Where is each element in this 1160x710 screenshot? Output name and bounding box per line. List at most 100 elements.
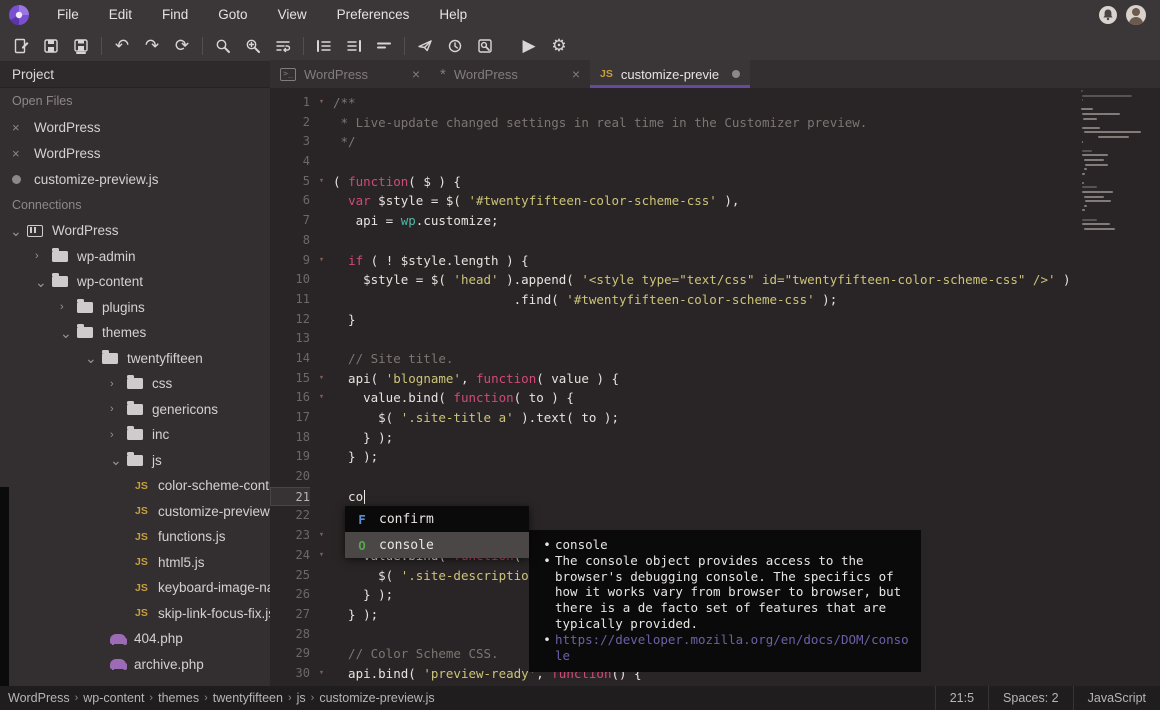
code-editor[interactable]: 1 ▾/** 2 * Live-update changed settings in…: [270, 88, 1160, 686]
line-number: 10: [295, 272, 310, 287]
fold-marker-icon[interactable]: ▾: [310, 93, 333, 113]
chevron-down-icon[interactable]: ⌄: [35, 275, 52, 289]
fold-marker-icon[interactable]: ▾: [310, 388, 333, 408]
chevron-right-icon[interactable]: ›: [60, 301, 77, 313]
word-wrap-icon[interactable]: [268, 33, 298, 59]
chevron-down-icon[interactable]: ⌄: [10, 224, 27, 238]
chevron-right-icon[interactable]: ›: [35, 250, 52, 262]
asterisk-icon: *: [440, 65, 446, 83]
folder-icon: [77, 324, 93, 339]
code-text: ( function( $ ) {: [333, 173, 461, 189]
menu-help[interactable]: Help: [424, 0, 482, 30]
tree-item-html5-js[interactable]: JS html5.js: [0, 550, 270, 576]
language-mode[interactable]: JavaScript: [1074, 686, 1160, 710]
minimap-line: [1083, 158, 1104, 161]
tree-item-inc[interactable]: › inc: [0, 422, 270, 448]
minimap[interactable]: [1081, 90, 1157, 232]
tree-item-functions-js[interactable]: JS functions.js: [0, 524, 270, 550]
chevron-right-icon[interactable]: ›: [110, 403, 127, 415]
breadcrumb[interactable]: WordPress › wp-content › themes › twentyfiftee…: [0, 691, 439, 705]
fold-marker-icon[interactable]: ▾: [310, 251, 333, 271]
breadcrumb-segment[interactable]: themes: [158, 691, 199, 705]
fold-marker-icon[interactable]: ▾: [310, 546, 333, 566]
save-icon[interactable]: [36, 33, 66, 59]
refresh-icon[interactable]: ⟳: [167, 33, 197, 59]
share-icon[interactable]: [410, 33, 440, 59]
breadcrumb-segment[interactable]: WordPress: [8, 691, 70, 705]
tree-item-plugins[interactable]: › plugins: [0, 295, 270, 321]
run-icon[interactable]: ▶: [514, 33, 544, 59]
folder-icon: [52, 247, 68, 262]
tab-wordpress[interactable]: * WordPress ×: [430, 60, 590, 88]
preview-icon[interactable]: [470, 33, 500, 59]
outdent-icon[interactable]: [309, 33, 339, 59]
code-text: } );: [333, 606, 379, 622]
tree-item-themes[interactable]: ⌄ themes: [0, 320, 270, 346]
search-in-files-icon[interactable]: [238, 33, 268, 59]
redo-icon[interactable]: ↷: [137, 33, 167, 59]
breadcrumb-segment[interactable]: wp-content: [83, 691, 144, 705]
format-icon[interactable]: [369, 33, 399, 59]
folder-icon: [127, 451, 143, 466]
tree-item-archive-php[interactable]: archive.php: [0, 652, 270, 678]
save-all-icon[interactable]: [66, 33, 96, 59]
completion-item-console[interactable]: Oconsole: [345, 532, 529, 558]
sidebar-scrollbar-track[interactable]: [0, 487, 9, 686]
tree-item-color-scheme-control-js[interactable]: JS color-scheme-control.js: [0, 473, 270, 499]
indent-icon[interactable]: [339, 33, 369, 59]
indent-setting[interactable]: Spaces: 2: [989, 686, 1073, 710]
menu-preferences[interactable]: Preferences: [322, 0, 425, 30]
breadcrumb-segment[interactable]: js: [297, 691, 306, 705]
history-icon[interactable]: [440, 33, 470, 59]
code-text: .find( '#twentyfifteen-color-scheme-css'…: [333, 291, 838, 307]
user-avatar[interactable]: [1126, 5, 1146, 25]
menu-goto[interactable]: Goto: [203, 0, 262, 30]
tree-item-skip-link-focus-fix-js[interactable]: JS skip-link-focus-fix.js: [0, 601, 270, 627]
tree-item-label: customize-preview.js: [158, 503, 270, 519]
chevron-right-icon[interactable]: ›: [110, 429, 127, 441]
chevron-right-icon[interactable]: ›: [110, 378, 127, 390]
tooltip-link[interactable]: https://developer.mozilla.org/en/docs/DO…: [555, 632, 913, 664]
menu-edit[interactable]: Edit: [94, 0, 147, 30]
chevron-down-icon[interactable]: ⌄: [60, 326, 77, 340]
open-file-item[interactable]: × WordPress: [0, 140, 270, 166]
fold-marker-icon[interactable]: ▾: [310, 664, 333, 684]
close-icon[interactable]: ×: [12, 120, 34, 135]
close-icon[interactable]: ×: [12, 146, 34, 161]
new-file-icon[interactable]: [6, 33, 36, 59]
tab-close-icon[interactable]: ×: [566, 66, 580, 82]
tab-close-icon[interactable]: ×: [406, 66, 420, 82]
tree-item-js[interactable]: ⌄ js: [0, 448, 270, 474]
open-file-item[interactable]: customize-preview.js: [0, 166, 270, 192]
tree-item-css[interactable]: › css: [0, 371, 270, 397]
fold-marker-icon[interactable]: ▾: [310, 172, 333, 192]
tree-item-wp-admin[interactable]: › wp-admin: [0, 244, 270, 270]
notifications-bell-icon[interactable]: [1098, 5, 1118, 25]
tab-customize-previe[interactable]: JS customize-previe: [590, 60, 750, 88]
open-file-item[interactable]: × WordPress: [0, 114, 270, 140]
tree-item-twentyfifteen[interactable]: ⌄ twentyfifteen: [0, 346, 270, 372]
settings-gear-icon[interactable]: ⚙: [544, 33, 574, 59]
tree-item-genericons[interactable]: › genericons: [0, 397, 270, 423]
fold-marker-icon[interactable]: ▾: [310, 526, 333, 546]
chevron-down-icon[interactable]: ⌄: [85, 351, 102, 365]
tree-item-wordpress[interactable]: ⌄ WordPress: [0, 218, 270, 244]
tree-item-wp-content[interactable]: ⌄ wp-content: [0, 269, 270, 295]
fold-gutter: [310, 447, 333, 467]
menu-find[interactable]: Find: [147, 0, 203, 30]
code-line-14: 14 // Site title.: [270, 349, 1071, 369]
menu-view[interactable]: View: [263, 0, 322, 30]
tree-item-keyboard-image-navigation-js[interactable]: JS keyboard-image-navigation.js: [0, 575, 270, 601]
breadcrumb-segment[interactable]: twentyfifteen: [213, 691, 283, 705]
tab-wordpress[interactable]: >_ WordPress ×: [270, 60, 430, 88]
tree-item-404-php[interactable]: 404.php: [0, 626, 270, 652]
tree-item-customize-preview-js[interactable]: JS customize-preview.js: [0, 499, 270, 525]
menu-file[interactable]: File: [42, 0, 94, 30]
undo-icon[interactable]: ↶: [107, 33, 137, 59]
line-number: 23: [295, 528, 310, 543]
chevron-down-icon[interactable]: ⌄: [110, 453, 127, 467]
fold-marker-icon[interactable]: ▾: [310, 369, 333, 389]
completion-item-confirm[interactable]: Fconfirm: [345, 506, 529, 532]
breadcrumb-segment[interactable]: customize-preview.js: [319, 691, 434, 705]
search-icon[interactable]: [208, 33, 238, 59]
